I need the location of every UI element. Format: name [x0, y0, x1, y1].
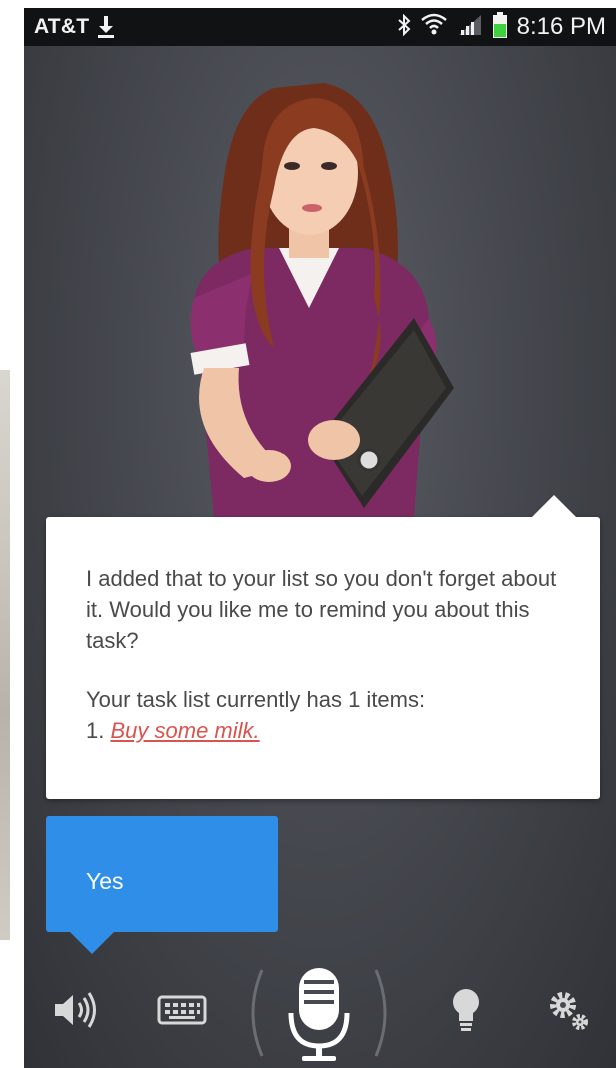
adjacent-photo-strip — [0, 0, 24, 1068]
clock: 8:16 PM — [516, 13, 606, 40]
adjacent-photo — [0, 370, 10, 940]
bluetooth-icon — [397, 13, 411, 41]
phone-screen: AT&T 8:16 PM I added that to your list s… — [24, 8, 616, 1068]
battery-icon — [492, 11, 507, 43]
keyboard-icon[interactable] — [152, 980, 212, 1040]
speech-message: I added that to your list so you don't f… — [86, 566, 557, 653]
carrier-label: AT&T — [34, 15, 90, 38]
assistant-avatar — [124, 48, 484, 528]
assistant-speech-card: I added that to your list so you don't f… — [46, 495, 600, 799]
lightbulb-icon[interactable] — [436, 980, 496, 1040]
status-icons: 8:16 PM — [397, 11, 606, 43]
download-icon — [97, 15, 115, 39]
bottom-toolbar — [24, 958, 616, 1068]
wifi-icon — [420, 13, 447, 42]
reply-text: Yes — [86, 868, 124, 894]
speech-text: I added that to your list so you don't f… — [86, 563, 576, 746]
settings-gears-icon[interactable] — [538, 980, 598, 1040]
task-item-row: 1. Buy some milk. — [86, 715, 576, 746]
task-summary: Your task list currently has 1 items: — [86, 687, 426, 712]
user-reply-bubble[interactable]: Yes — [46, 816, 278, 954]
speaker-icon[interactable] — [46, 980, 106, 1040]
task-item-link[interactable]: Buy some milk. — [110, 718, 259, 743]
status-bar: AT&T 8:16 PM — [24, 8, 616, 46]
task-number: 1. — [86, 718, 105, 743]
signal-icon — [457, 13, 483, 42]
microphone-icon[interactable] — [244, 958, 394, 1068]
